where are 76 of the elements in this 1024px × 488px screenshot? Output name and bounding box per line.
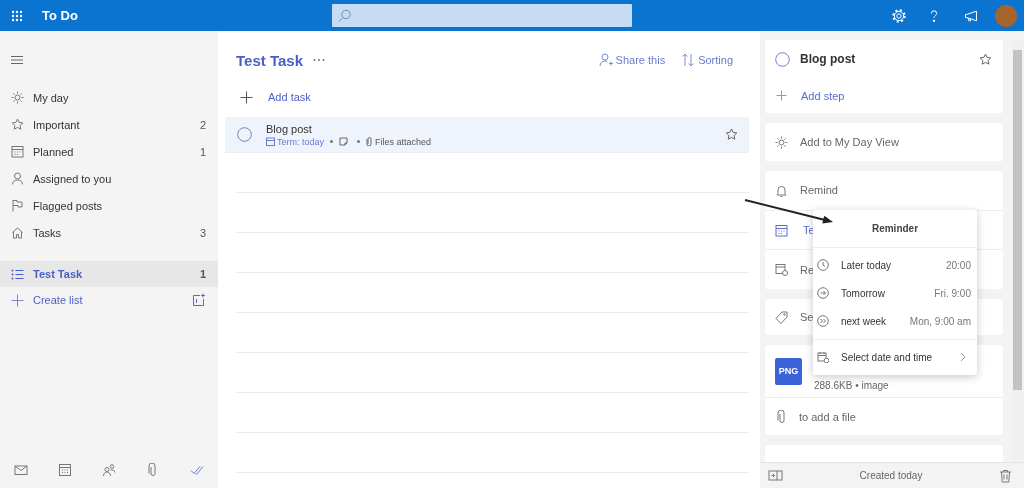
category-row[interactable]: Se (775, 310, 814, 324)
sidebar-item[interactable]: Tasks 3 (0, 219, 218, 246)
app-name: To Do (42, 8, 79, 23)
sidebar-item[interactable]: Flagged posts (0, 192, 218, 219)
people-icon[interactable] (102, 463, 116, 477)
created-date: Created today (858, 470, 924, 481)
star-icon (11, 118, 24, 131)
scrollbar-thumb[interactable] (1013, 50, 1022, 390)
star-icon[interactable] (725, 128, 738, 141)
note-icon (339, 137, 349, 146)
sidebar-item[interactable]: Important 2 (0, 111, 218, 138)
calendar-clock-icon (817, 351, 829, 363)
add-step-button[interactable]: Add step (776, 89, 845, 102)
new-list-icon[interactable] (192, 293, 206, 307)
plus-icon (240, 90, 253, 104)
house-icon (11, 226, 24, 239)
search-field[interactable] (332, 4, 632, 27)
search-icon (338, 8, 352, 23)
megaphone-icon[interactable] (964, 8, 978, 23)
menu-item[interactable]: next week Mon, 9:00 am (813, 307, 977, 335)
complete-circle[interactable] (237, 127, 252, 142)
paperclip-icon (775, 409, 787, 424)
my-day-button[interactable]: Add to My Day View (775, 135, 899, 149)
menu-item[interactable]: Later today 20:00 (813, 251, 977, 279)
menu-item[interactable]: Tomorrow Fri. 9:00 (813, 279, 977, 307)
flag-icon (11, 199, 24, 212)
app-launcher-icon[interactable] (11, 9, 23, 22)
share-button[interactable]: Share this (598, 53, 666, 67)
due-date: Term: today (277, 136, 325, 147)
person-icon (11, 172, 24, 185)
star-icon[interactable] (979, 52, 992, 66)
checkmark-icon[interactable] (190, 463, 204, 477)
sun-icon (775, 135, 788, 149)
sidebar-item[interactable]: Test Task 1 (0, 261, 218, 287)
trash-icon[interactable] (999, 468, 1012, 483)
task-title: Blog post (266, 122, 313, 135)
list-title: Test Task (236, 51, 303, 69)
clock-icon (817, 259, 829, 271)
sidebar-item[interactable]: Planned 1 (0, 138, 218, 165)
paperclip-icon (366, 137, 373, 146)
calendar-icon[interactable] (58, 463, 72, 477)
sort-button[interactable]: Sorting (681, 53, 733, 67)
mail-icon[interactable] (14, 463, 28, 477)
attachment-info: Files attached (375, 136, 432, 147)
settings-icon[interactable] (892, 8, 906, 23)
person-plus-icon (598, 53, 613, 67)
complete-circle[interactable] (775, 51, 790, 67)
sun-icon (11, 91, 24, 104)
add-task-button[interactable]: Add task (240, 85, 311, 109)
reminder-row[interactable]: Remind (775, 183, 838, 197)
panel-icon[interactable] (768, 469, 783, 482)
calendar-icon (11, 145, 24, 158)
more-icon[interactable] (313, 58, 325, 62)
sidebar-item[interactable]: Assigned to you (0, 165, 218, 192)
add-file-button[interactable]: to add a file (775, 409, 856, 424)
menu-icon[interactable] (11, 55, 23, 65)
repeat-row[interactable]: Re (775, 263, 815, 277)
bell-icon (775, 183, 788, 197)
sort-icon (681, 53, 696, 67)
task-row[interactable]: Blog post Term: today Files attached (225, 117, 749, 153)
menu-item[interactable]: Select date and time (813, 340, 977, 374)
file-meta: 288.6KB • image (814, 380, 889, 391)
tag-icon (775, 310, 788, 324)
chevron-icon (959, 352, 967, 362)
double-arrow-circle-icon (817, 315, 829, 327)
plus-icon (11, 293, 24, 307)
calendar-icon (775, 263, 788, 277)
calendar-icon (266, 137, 275, 146)
plus-icon (776, 90, 787, 101)
list-icon (11, 267, 24, 281)
task-title: Blog post (800, 52, 856, 66)
file-type-badge: PNG (775, 357, 802, 385)
create-list-button[interactable]: Create list (11, 293, 83, 307)
sidebar-item[interactable]: My day (0, 84, 218, 111)
arrow-circle-icon (817, 287, 829, 299)
calendar-icon (775, 223, 788, 237)
